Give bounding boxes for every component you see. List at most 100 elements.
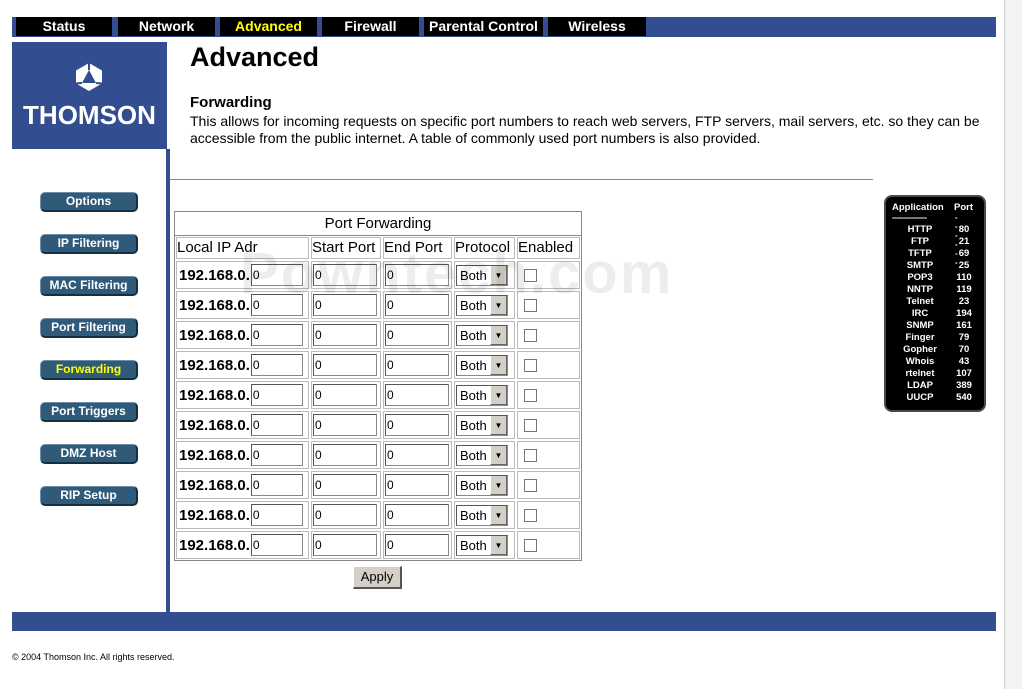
sidebar-item-rip-setup[interactable]: RIP Setup xyxy=(40,486,138,506)
apply-button[interactable]: Apply xyxy=(353,566,402,589)
enabled-checkbox[interactable] xyxy=(524,358,537,372)
start-port-cell xyxy=(311,261,381,289)
tab-network[interactable]: Network xyxy=(118,17,215,36)
ip-last-octet-input[interactable] xyxy=(250,534,303,556)
port-number: 110 xyxy=(956,272,972,283)
protocol-select[interactable]: Both ▼ xyxy=(456,474,508,496)
tab-status[interactable]: Status xyxy=(16,17,112,36)
start-port-input[interactable] xyxy=(313,534,377,556)
chevron-down-icon[interactable]: ▼ xyxy=(490,505,507,525)
chevron-down-icon[interactable]: ▼ xyxy=(490,355,507,375)
chevron-down-icon[interactable]: ▼ xyxy=(490,265,507,285)
ip-cell: 192.168.0. xyxy=(176,501,309,529)
port-app-name: HTTP xyxy=(907,224,933,235)
start-port-input[interactable] xyxy=(313,444,377,466)
enabled-checkbox[interactable] xyxy=(524,298,537,312)
sidebar-item-dmz-host[interactable]: DMZ Host xyxy=(40,444,138,464)
start-port-input[interactable] xyxy=(313,324,377,346)
enabled-checkbox[interactable] xyxy=(524,388,537,402)
ip-last-octet-input[interactable] xyxy=(250,354,303,376)
ip-last-octet-input[interactable] xyxy=(250,504,303,526)
end-port-cell xyxy=(383,531,452,559)
chevron-down-icon[interactable]: ▼ xyxy=(490,385,507,405)
protocol-select[interactable]: Both ▼ xyxy=(456,444,508,466)
end-port-input[interactable] xyxy=(385,294,449,316)
chevron-down-icon[interactable]: ▼ xyxy=(490,535,507,555)
end-port-input[interactable] xyxy=(385,474,449,496)
chevron-down-icon[interactable]: ▼ xyxy=(490,295,507,315)
ip-last-octet-input[interactable] xyxy=(250,384,303,406)
end-port-input[interactable] xyxy=(385,264,449,286)
protocol-select[interactable]: Both ▼ xyxy=(456,414,508,436)
enabled-cell xyxy=(517,501,580,529)
list-item: rtelnet 107 xyxy=(886,368,984,380)
sidebar-item-mac-filtering[interactable]: MAC Filtering xyxy=(40,276,138,296)
enabled-checkbox[interactable] xyxy=(524,478,537,492)
column-header-end-port: End Port xyxy=(383,237,452,259)
ip-cell: 192.168.0. xyxy=(176,291,309,319)
end-port-input[interactable] xyxy=(385,414,449,436)
protocol-select[interactable]: Both ▼ xyxy=(456,324,508,346)
section-description: This allows for incoming requests on spe… xyxy=(190,113,980,146)
enabled-cell xyxy=(517,261,580,289)
sidebar-item-ip-filtering[interactable]: IP Filtering xyxy=(40,234,138,254)
start-port-cell xyxy=(311,531,381,559)
port-number: 194 xyxy=(956,308,972,319)
start-port-input[interactable] xyxy=(313,414,377,436)
ip-prefix: 192.168.0. xyxy=(179,356,250,374)
ip-last-octet-input[interactable] xyxy=(250,294,303,316)
ip-last-octet-input[interactable] xyxy=(250,444,303,466)
start-port-input[interactable] xyxy=(313,504,377,526)
protocol-select[interactable]: Both ▼ xyxy=(456,264,508,286)
ip-prefix: 192.168.0. xyxy=(179,416,250,434)
protocol-select[interactable]: Both ▼ xyxy=(456,504,508,526)
port-number: 70 xyxy=(958,344,970,355)
chevron-down-icon[interactable]: ▼ xyxy=(490,445,507,465)
list-item: Finger 79 xyxy=(886,332,984,344)
end-port-input[interactable] xyxy=(385,444,449,466)
start-port-input[interactable] xyxy=(313,354,377,376)
ip-prefix: 192.168.0. xyxy=(179,476,250,494)
ip-last-octet-input[interactable] xyxy=(250,474,303,496)
footer-bar xyxy=(12,612,996,631)
ip-last-octet-input[interactable] xyxy=(250,414,303,436)
end-port-input[interactable] xyxy=(385,384,449,406)
port-app-name: SNMP xyxy=(906,320,934,331)
end-port-input[interactable] xyxy=(385,534,449,556)
chevron-down-icon[interactable]: ▼ xyxy=(490,475,507,495)
enabled-checkbox[interactable] xyxy=(524,268,537,282)
start-port-input[interactable] xyxy=(313,264,377,286)
enabled-checkbox[interactable] xyxy=(524,328,537,342)
port-app-name: Telnet xyxy=(906,296,934,307)
sidebar-item-port-filtering[interactable]: Port Filtering xyxy=(40,318,138,338)
tab-wireless[interactable]: Wireless xyxy=(548,17,646,36)
sidebar-item-options[interactable]: Options xyxy=(40,192,138,212)
enabled-checkbox[interactable] xyxy=(524,448,537,462)
start-port-input[interactable] xyxy=(313,384,377,406)
enabled-checkbox[interactable] xyxy=(524,508,537,522)
tab-parental-control[interactable]: Parental Control xyxy=(424,17,543,36)
port-number: 119 xyxy=(956,284,972,295)
end-port-input[interactable] xyxy=(385,354,449,376)
enabled-checkbox[interactable] xyxy=(524,538,537,552)
start-port-input[interactable] xyxy=(313,294,377,316)
protocol-select[interactable]: Both ▼ xyxy=(456,354,508,376)
ip-prefix: 192.168.0. xyxy=(179,386,250,404)
protocol-select[interactable]: Both ▼ xyxy=(456,534,508,556)
port-number: 69 xyxy=(958,248,970,259)
chevron-down-icon[interactable]: ▼ xyxy=(490,325,507,345)
ip-last-octet-input[interactable] xyxy=(250,324,303,346)
tab-advanced[interactable]: Advanced xyxy=(220,17,317,36)
protocol-select[interactable]: Both ▼ xyxy=(456,384,508,406)
start-port-cell xyxy=(311,411,381,439)
end-port-input[interactable] xyxy=(385,324,449,346)
enabled-checkbox[interactable] xyxy=(524,418,537,432)
chevron-down-icon[interactable]: ▼ xyxy=(490,415,507,435)
sidebar-item-port-triggers[interactable]: Port Triggers xyxy=(40,402,138,422)
start-port-input[interactable] xyxy=(313,474,377,496)
ip-last-octet-input[interactable] xyxy=(250,264,303,286)
protocol-select[interactable]: Both ▼ xyxy=(456,294,508,316)
sidebar-item-forwarding[interactable]: Forwarding xyxy=(40,360,138,380)
tab-firewall[interactable]: Firewall xyxy=(322,17,419,36)
end-port-input[interactable] xyxy=(385,504,449,526)
